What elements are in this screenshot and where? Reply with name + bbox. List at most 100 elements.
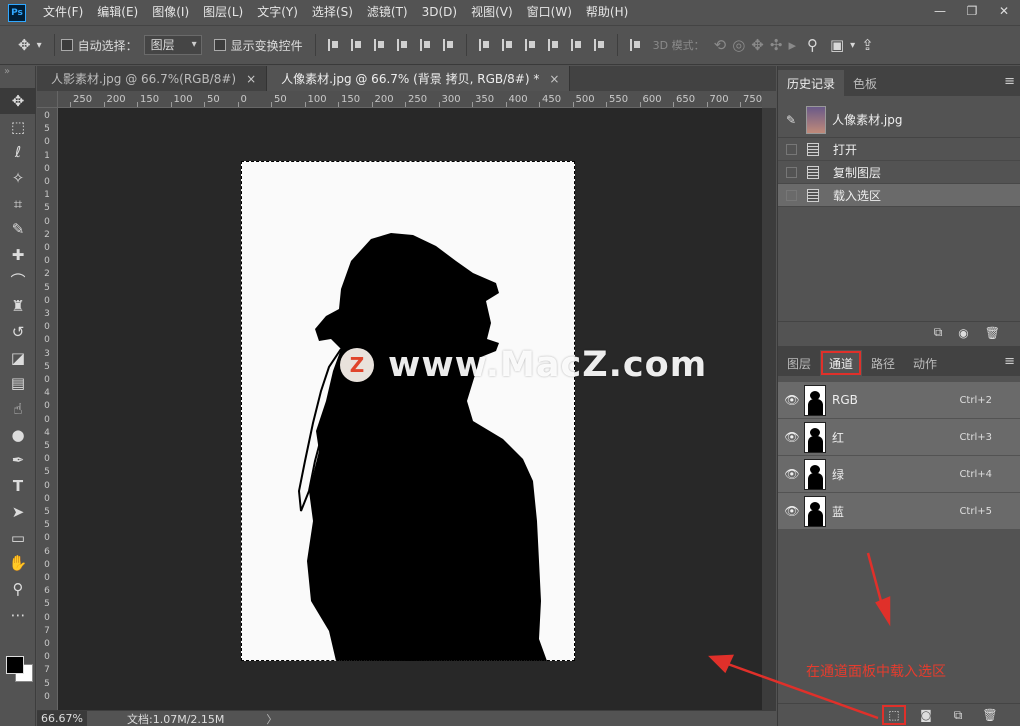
visibility-eye-icon[interactable]: 👁 [782,393,802,407]
distribute-top-icon[interactable] [478,39,490,51]
tab-history[interactable]: 历史记录 [778,70,845,96]
history-item[interactable]: 打开 [778,138,1020,161]
document-tab-active[interactable]: 人像素材.jpg @ 66.7% (背景 拷贝, RGB/8#) * × [267,66,571,91]
history-item[interactable]: 复制图层 [778,161,1020,184]
restore-button[interactable]: ❐ [956,0,988,22]
new-snapshot-camera-icon[interactable]: ◉ [958,326,968,340]
horizontal-ruler[interactable]: 250 200 150 100 50 0 50 100 150 200 250 300 350 400 45… [58,91,762,108]
zoom-level-field[interactable]: 66.67% [37,710,87,726]
auto-select-checkbox[interactable] [60,39,73,51]
move-tool-icon[interactable]: ✥ [18,36,31,54]
3d-scale-icon[interactable]: ▸ [788,36,796,54]
eraser-tool-icon[interactable]: ◪ [0,345,36,371]
share-icon[interactable]: ⇪ [861,36,874,54]
delete-channel-trash-icon[interactable]: 🗑 [978,705,1002,725]
history-snapshot[interactable]: ✎ 人像素材.jpg [778,102,1020,138]
visibility-eye-icon[interactable]: 👁 [782,430,802,444]
3d-pan-icon[interactable]: ✥ [751,36,764,54]
new-document-from-state-icon[interactable]: ⧉ [934,325,943,340]
close-window-button[interactable]: ✕ [988,0,1020,22]
close-tab-icon[interactable]: × [549,72,559,86]
crop-tool-icon[interactable]: ⌗ [0,191,36,217]
history-brush-source-icon[interactable]: ✎ [786,113,796,127]
tab-swatches[interactable]: 色板 [844,70,886,96]
smudge-tool-icon[interactable]: ☝ [0,396,36,422]
foreground-color-swatch[interactable] [6,656,24,674]
auto-align-icon[interactable] [629,39,641,51]
move-tool-icon[interactable]: ✥ [0,88,36,114]
workspace-icon[interactable]: ▣ [830,36,844,54]
history-item-selected[interactable]: 载入选区 [778,184,1020,207]
menu-edit[interactable]: 编辑(E) [90,0,145,25]
rectangular-marquee-tool-icon[interactable]: ⬚ [0,114,36,140]
menu-help[interactable]: 帮助(H) [579,0,635,25]
delete-state-trash-icon[interactable]: 🗑 [985,326,1000,340]
document-canvas[interactable] [58,108,762,710]
auto-select-target-select[interactable]: 图层 [143,35,202,55]
align-right-icon[interactable] [442,39,454,51]
eyedropper-tool-icon[interactable]: ✎ [0,216,36,242]
tab-actions[interactable]: 动作 [904,350,946,376]
healing-brush-tool-icon[interactable]: ✚ [0,242,36,268]
search-icon[interactable]: ⚲ [807,36,818,54]
align-top-icon[interactable] [327,39,339,51]
channel-row-blue[interactable]: 👁 蓝 Ctrl+5 [778,493,1020,530]
dodge-tool-icon[interactable]: ● [0,422,36,448]
clone-stamp-tool-icon[interactable]: ♜ [0,294,36,320]
align-bottom-icon[interactable] [373,39,385,51]
image-artboard[interactable] [241,161,575,661]
tab-channels[interactable]: 通道 [820,350,863,376]
color-swatches[interactable] [4,648,34,682]
distribute-left-icon[interactable] [547,39,559,51]
channel-row-green[interactable]: 👁 绿 Ctrl+4 [778,456,1020,493]
workspace-dropdown-icon[interactable]: ▾ [850,40,855,51]
history-brush-source-checkbox[interactable] [786,189,797,201]
channel-row-rgb[interactable]: 👁 RGB Ctrl+2 [778,382,1020,419]
zoom-tool-icon[interactable]: ⚲ [0,576,36,602]
canvas-scrollbar[interactable] [762,108,776,710]
distribute-hcenter-icon[interactable] [570,39,582,51]
minimize-button[interactable]: — [924,0,956,22]
save-selection-as-channel-button[interactable]: ◙ [914,705,938,725]
status-menu-arrow-icon[interactable]: 〉 [266,711,277,726]
align-vcenter-icon[interactable] [350,39,362,51]
gradient-tool-icon[interactable]: ▤ [0,371,36,397]
tab-layers[interactable]: 图层 [778,350,820,376]
distribute-bottom-icon[interactable] [524,39,536,51]
brush-tool-icon[interactable]: ⌒ [0,268,36,294]
path-selection-tool-icon[interactable]: ➤ [0,499,36,525]
menu-type[interactable]: 文字(Y) [250,0,305,25]
visibility-eye-icon[interactable]: 👁 [782,504,802,518]
more-tools-icon[interactable]: ⋯ [0,602,36,628]
channel-row-red[interactable]: 👁 红 Ctrl+3 [778,419,1020,456]
3d-slide-icon[interactable]: ✣ [770,36,783,54]
history-brush-source-checkbox[interactable] [786,166,797,178]
menu-3d[interactable]: 3D(D) [415,0,464,25]
history-brush-tool-icon[interactable]: ↺ [0,319,36,345]
toolbox-grip-icon[interactable]: » [0,66,35,88]
pen-tool-icon[interactable]: ✒ [0,448,36,474]
3d-orbit-icon[interactable]: ⟲ [714,36,727,54]
close-tab-icon[interactable]: × [246,72,256,86]
align-hcenter-icon[interactable] [419,39,431,51]
lasso-tool-icon[interactable]: ℓ [0,139,36,165]
new-channel-button[interactable]: ⧉ [946,705,970,725]
menu-file[interactable]: 文件(F) [36,0,90,25]
hand-tool-icon[interactable]: ✋ [0,550,36,576]
panel-menu-icon[interactable]: ≡ [1004,74,1015,89]
menu-select[interactable]: 选择(S) [305,0,360,25]
visibility-eye-icon[interactable]: 👁 [782,467,802,481]
panel-menu-icon[interactable]: ≡ [1004,354,1015,369]
3d-roll-icon[interactable]: ◎ [732,36,745,54]
menu-view[interactable]: 视图(V) [464,0,520,25]
vertical-ruler[interactable]: 0 5 0 1 0 0 1 5 0 2 0 0 2 5 0 3 0 0 3 5 0 4 0 0 4 5 0 5 0 0 5 5 0 6 0 0 6 5 0 7… [37,108,58,710]
load-channel-as-selection-button[interactable]: ⬚ [882,705,906,725]
menu-filter[interactable]: 滤镜(T) [360,0,415,25]
menu-layer[interactable]: 图层(L) [196,0,250,25]
tool-preset-dropdown-icon[interactable]: ▾ [37,40,42,51]
align-left-icon[interactable] [396,39,408,51]
show-transform-checkbox[interactable] [213,39,226,51]
history-brush-source-checkbox[interactable] [786,143,797,155]
magic-wand-tool-icon[interactable]: ✧ [0,165,36,191]
rectangle-tool-icon[interactable]: ▭ [0,525,36,551]
